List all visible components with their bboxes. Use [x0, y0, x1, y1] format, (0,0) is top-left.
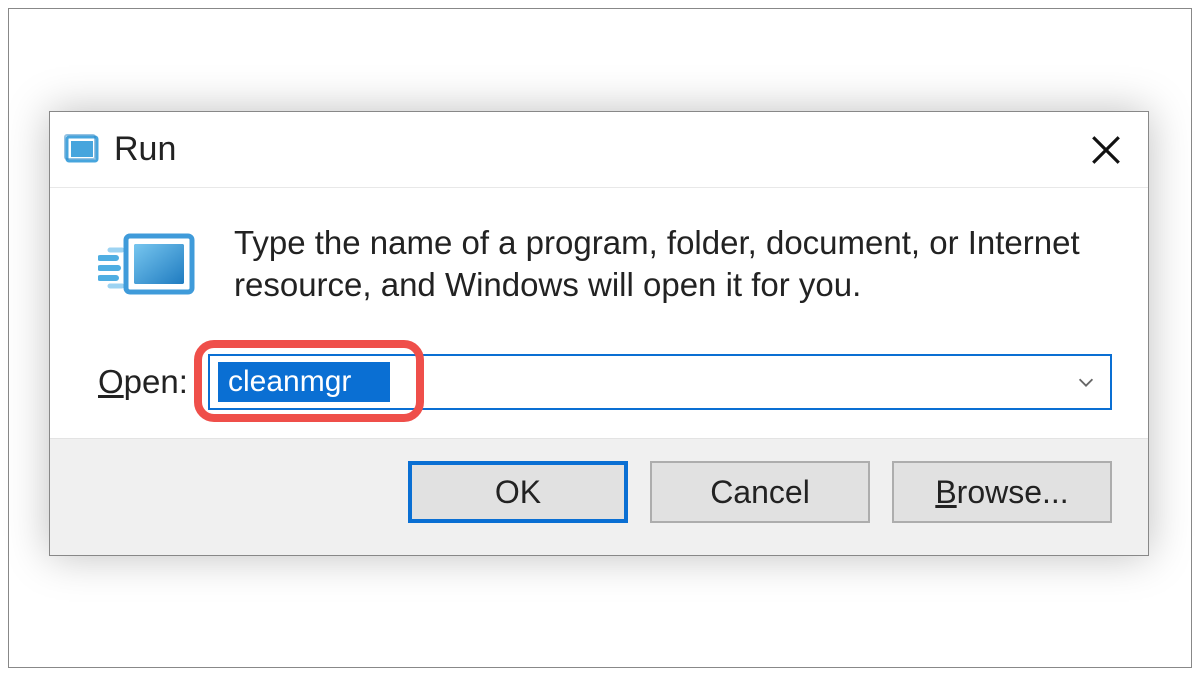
- open-combobox[interactable]: cleanmgr: [208, 354, 1112, 410]
- close-button[interactable]: [1082, 126, 1130, 174]
- button-bar: OK Cancel Browse...: [50, 438, 1148, 555]
- dialog-description: Type the name of a program, folder, docu…: [234, 222, 1112, 306]
- open-label: Open:: [98, 363, 190, 401]
- titlebar: Run: [50, 112, 1148, 188]
- run-icon: [64, 133, 102, 167]
- cancel-button[interactable]: Cancel: [650, 461, 870, 523]
- input-selected-text: cleanmgr: [218, 362, 390, 402]
- dialog-body: Type the name of a program, folder, docu…: [50, 188, 1148, 438]
- run-dialog: Run: [49, 111, 1149, 556]
- outer-frame: Run: [8, 8, 1192, 668]
- dialog-title: Run: [114, 130, 176, 169]
- run-large-icon: [98, 228, 198, 308]
- chevron-down-icon[interactable]: [1062, 356, 1110, 408]
- ok-button[interactable]: OK: [408, 461, 628, 523]
- browse-button[interactable]: Browse...: [892, 461, 1112, 523]
